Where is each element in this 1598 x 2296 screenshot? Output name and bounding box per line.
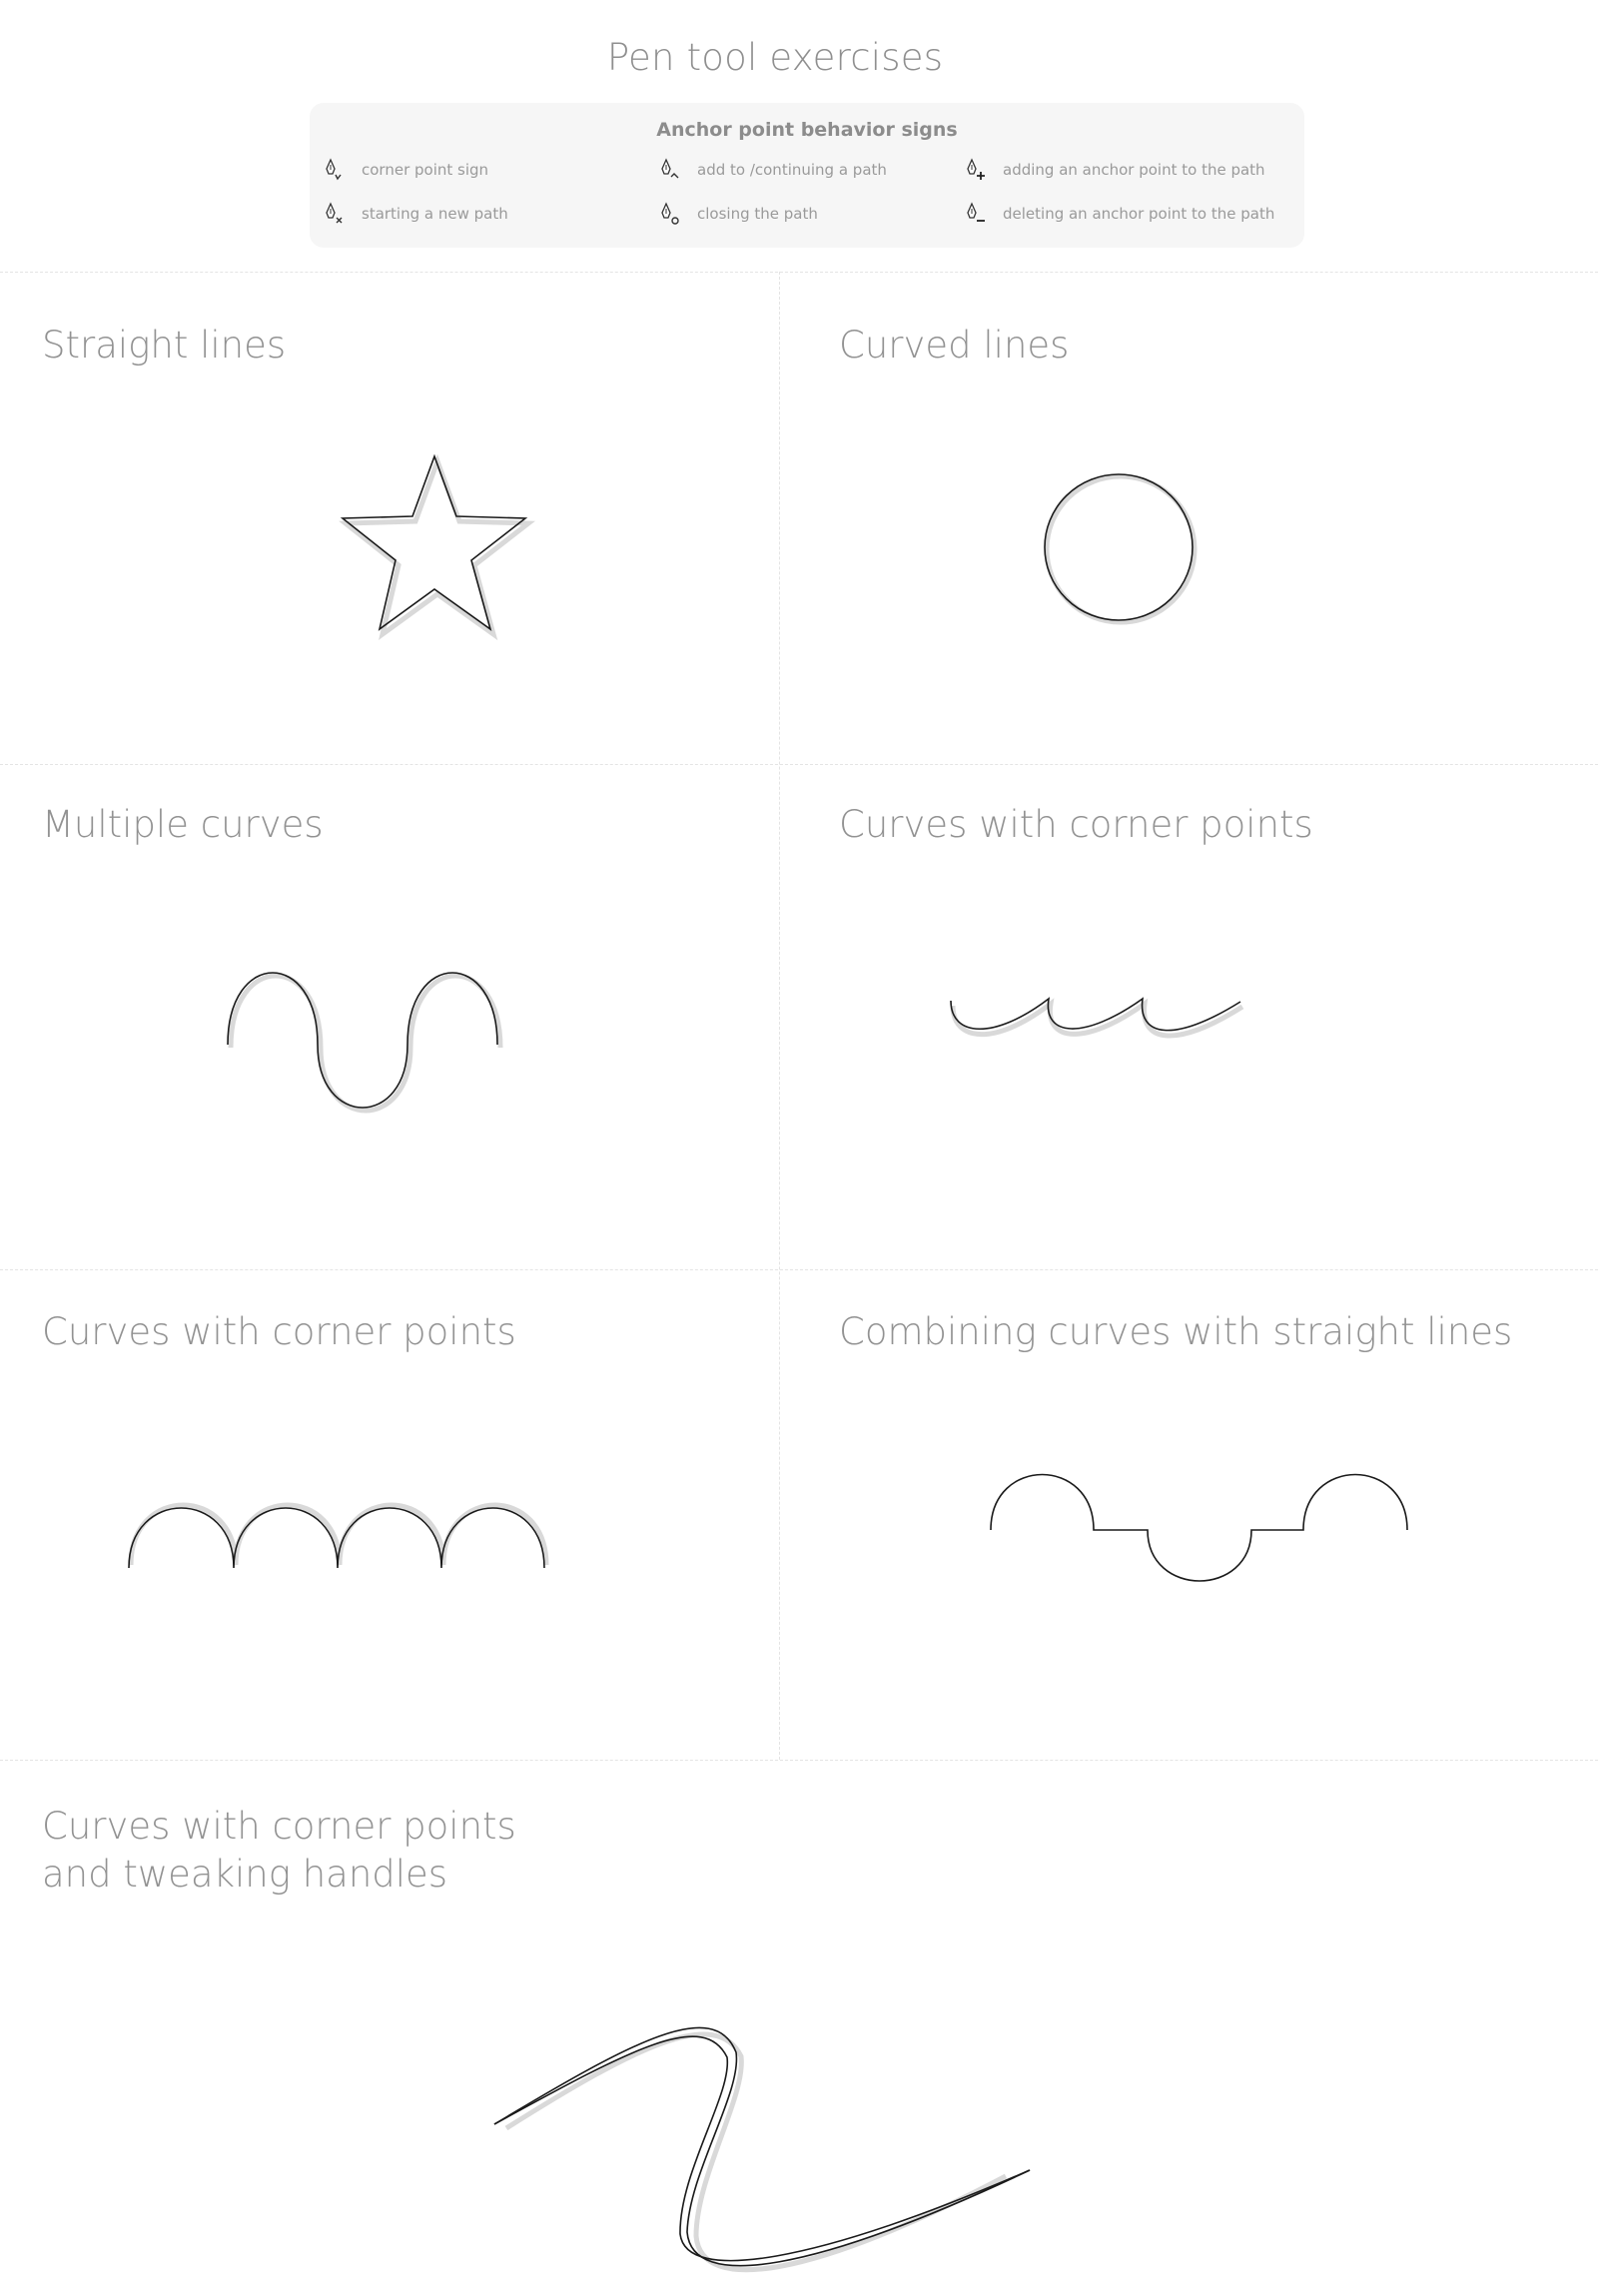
legend-item-label: closing the path (697, 205, 818, 223)
cusped-wave-shape (950, 997, 1244, 1039)
legend-item-corner-point: corner point sign (324, 157, 488, 183)
legend-item-continue-path: add to /continuing a path (659, 157, 887, 183)
column-divider (779, 272, 780, 1760)
pen-corner-icon (326, 158, 342, 181)
exercise-title-curves-corner-points-arches: Curves with corner points (42, 1310, 516, 1353)
exercise-title-multiple-curves: Multiple curves (42, 803, 324, 846)
s-wave-shape (227, 972, 503, 1114)
anchor-signs-legend: Anchor point behavior signs corner point… (310, 103, 1304, 248)
legend-item-label: add to /continuing a path (697, 161, 887, 179)
divider (0, 764, 1598, 765)
arch-step-line-shape (990, 1473, 1408, 1582)
legend-item-delete-anchor: deleting an anchor point to the path (965, 201, 1274, 227)
legend-item-label: corner point sign (362, 161, 489, 179)
pen-add-icon (967, 158, 985, 180)
legend-item-close-path: closing the path (659, 201, 818, 227)
pen-close-icon (661, 202, 679, 225)
legend-item-label: starting a new path (362, 205, 508, 223)
exercise-title-curved-lines: Curved lines (839, 324, 1070, 367)
exercise-title-combining-curves-lines: Combining curves with straight lines (839, 1310, 1513, 1353)
pen-continue-icon (661, 158, 679, 179)
legend-item-label: adding an anchor point to the path (1003, 161, 1265, 179)
exercise-title-line: Curves with corner points (42, 1805, 516, 1848)
divider (0, 1760, 1598, 1761)
divider (0, 1269, 1598, 1270)
pen-new-icon (326, 202, 343, 224)
pen-delete-icon (967, 202, 985, 222)
legend-item-new-path: starting a new path (324, 201, 508, 227)
star-shape (339, 453, 536, 641)
exercise-title-curves-corner-points: Curves with corner points (839, 803, 1313, 846)
exercise-title-line: and tweaking handles (42, 1853, 448, 1896)
legend-item-add-anchor: adding an anchor point to the path (965, 157, 1265, 183)
exercise-title-straight-lines: Straight lines (42, 324, 287, 367)
divider (0, 272, 1598, 273)
legend-title: Anchor point behavior signs (656, 119, 958, 141)
z-curve-shape (493, 2026, 1031, 2273)
page-title: Pen tool exercises (606, 36, 944, 79)
exercise-title-tweaking-handles: Curves with corner points and tweaking h… (42, 1803, 516, 1899)
legend-item-label: deleting an anchor point to the path (1003, 205, 1275, 223)
circle-shape (1044, 473, 1198, 625)
arches-shape (128, 1502, 549, 1569)
